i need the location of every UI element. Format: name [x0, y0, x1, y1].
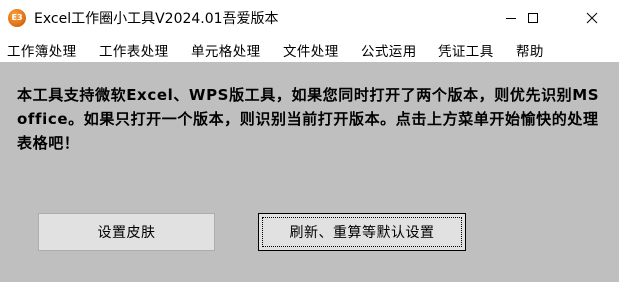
info-message: 本工具支持微软Excel、WPS版工具，如果您同时打开了两个版本，则优先识别MS… [17, 86, 600, 152]
menu-formula[interactable]: 公式运用 [361, 40, 417, 60]
menu-workbook[interactable]: 工作簿处理 [7, 40, 77, 60]
menu-bar: 工作簿处理 工作表处理 单元格处理 文件处理 公式运用 凭证工具 帮助 [0, 36, 619, 62]
title-bar[interactable]: E3 Excel工作圈小工具V2024.01吾爱版本 [0, 0, 619, 36]
menu-cell[interactable]: 单元格处理 [191, 40, 261, 60]
close-icon [586, 12, 598, 24]
close-button[interactable] [569, 0, 615, 36]
set-skin-button[interactable]: 设置皮肤 [38, 213, 215, 251]
menu-worksheet[interactable]: 工作表处理 [99, 40, 169, 60]
menu-help[interactable]: 帮助 [516, 40, 544, 60]
menu-voucher[interactable]: 凭证工具 [438, 40, 494, 60]
menu-file[interactable]: 文件处理 [283, 40, 339, 60]
focus-rectangle [262, 217, 462, 247]
reset-defaults-button[interactable]: 刷新、重算等默认设置 [258, 213, 466, 251]
maximize-button[interactable] [510, 0, 556, 36]
app-icon: E3 [8, 9, 26, 27]
main-panel: 本工具支持微软Excel、WPS版工具，如果您同时打开了两个版本，则优先识别MS… [0, 62, 619, 282]
set-skin-label: 设置皮肤 [97, 225, 156, 241]
window-title: Excel工作圈小工具V2024.01吾爱版本 [34, 11, 279, 27]
maximize-icon [528, 13, 538, 23]
